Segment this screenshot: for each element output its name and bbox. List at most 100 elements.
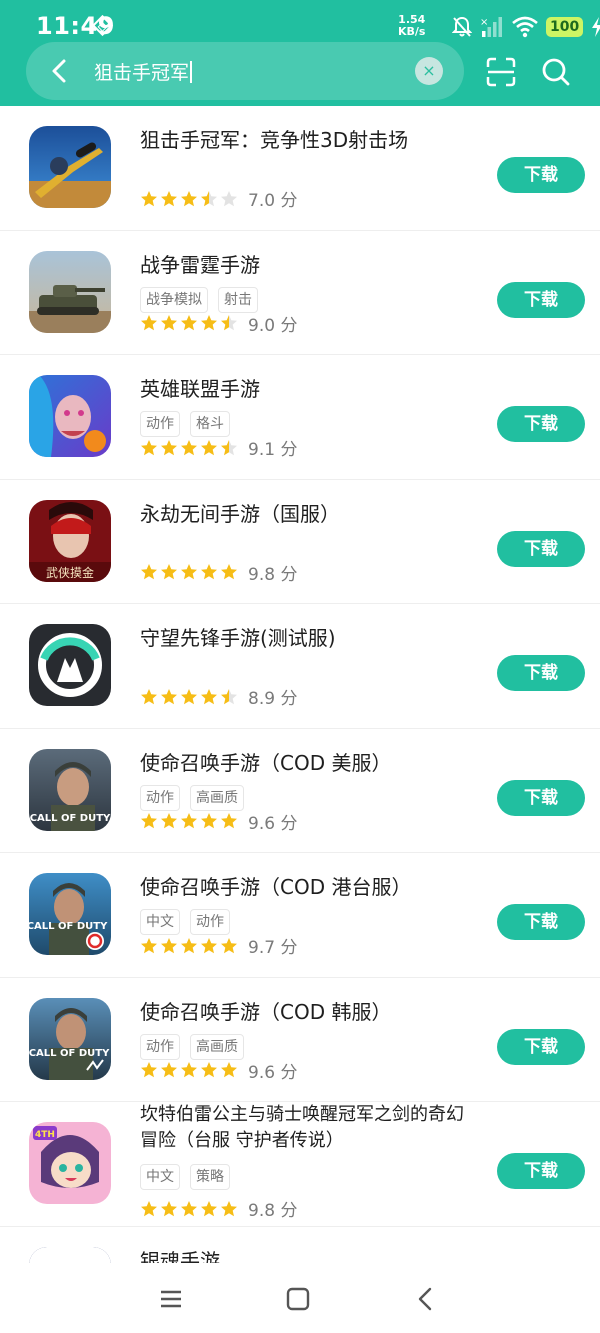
nav-back-icon[interactable] — [412, 1285, 440, 1313]
charging-icon — [592, 17, 600, 37]
home-icon[interactable] — [284, 1285, 312, 1313]
app-header: 11:49 1.54 KB/s × 100 狙击手冠军 × — [0, 0, 600, 106]
star-full-icon — [201, 813, 217, 829]
app-tag[interactable]: 动作 — [140, 1033, 180, 1060]
app-tags: 动作 高画质 — [140, 784, 244, 811]
app-icon-overwatch[interactable] — [29, 624, 111, 706]
star-half-icon — [221, 315, 237, 331]
app-tag[interactable]: 中文 — [140, 909, 180, 935]
star-full-icon — [201, 1200, 217, 1216]
list-item[interactable]: 狙击手冠军：竞争性3D射击场 7.0 分 下载 — [0, 106, 600, 231]
list-item[interactable]: CALL OF DUTY 使命召唤手游（COD 美服） 动作 高画质 9.6 分… — [0, 729, 600, 853]
back-icon[interactable] — [44, 55, 76, 87]
app-score: 9.0 分 — [248, 315, 298, 336]
app-icon-league-of-legends[interactable] — [29, 375, 111, 457]
app-rating: 9.1 分 — [140, 435, 297, 460]
menu-icon[interactable] — [157, 1285, 185, 1313]
list-item[interactable]: 英雄联盟手游 动作 格斗 9.1 分 下载 — [0, 355, 600, 480]
cod-icon-text: CALL OF DUTY — [29, 921, 108, 932]
star-half-icon — [221, 439, 237, 455]
app-score: 9.1 分 — [248, 440, 298, 460]
clear-search-button[interactable]: × — [415, 57, 443, 85]
search-icon[interactable] — [541, 57, 571, 87]
app-tag[interactable]: 策略 — [190, 1164, 230, 1190]
status-icons: × 100 — [452, 14, 600, 40]
app-tag[interactable]: 中文 — [140, 1164, 180, 1190]
star-full-icon — [161, 1062, 177, 1078]
app-icon-call-of-duty-us[interactable]: CALL OF DUTY — [29, 748, 111, 831]
download-button[interactable]: 下载 — [497, 281, 585, 318]
app-name[interactable]: 英雄联盟手游 — [140, 375, 480, 403]
download-button[interactable]: 下载 — [497, 655, 585, 691]
app-tag[interactable]: 格斗 — [190, 411, 230, 437]
app-name[interactable]: 坎特伯雷公主与骑士唤醒冠军之剑的奇幻冒险（台服 守护者传说） — [140, 1102, 480, 1154]
app-tag[interactable]: 动作 — [140, 784, 180, 811]
list-item[interactable]: 武侠摸金 永劫无间手游（国服） 9.8 分 下载 — [0, 480, 600, 604]
star-full-icon — [221, 1200, 237, 1216]
app-tag[interactable]: 战争模拟 — [140, 286, 208, 313]
app-tag[interactable]: 动作 — [190, 909, 230, 935]
star-rating — [140, 190, 238, 208]
star-full-icon — [141, 1200, 157, 1216]
app-icon-sniper-champions[interactable] — [29, 126, 111, 208]
list-item[interactable]: 4TH 坎特伯雷公主与骑士唤醒冠军之剑的奇幻冒险（台服 守护者传说） 中文 策略… — [0, 1102, 600, 1227]
app-icon-call-of-duty-kr[interactable]: CALL OF DUTY — [29, 997, 111, 1080]
download-button[interactable]: 下载 — [497, 157, 585, 193]
app-name[interactable]: 守望先锋手游(测试服) — [140, 624, 480, 652]
app-score: 8.9 分 — [248, 689, 298, 709]
wifi-icon — [512, 16, 538, 38]
star-empty-icon — [221, 190, 237, 206]
star-full-icon — [141, 813, 157, 829]
app-name[interactable]: 使命召唤手游（COD 韩服） — [140, 998, 480, 1026]
star-rating — [140, 439, 238, 457]
list-item[interactable]: 守望先锋手游(测试服) 8.9 分 下载 — [0, 604, 600, 729]
app-tag[interactable]: 高画质 — [190, 784, 244, 811]
app-icon-war-thunder[interactable] — [29, 250, 111, 333]
star-full-icon — [221, 564, 237, 580]
app-name[interactable]: 狙击手冠军：竞争性3D射击场 — [140, 126, 480, 154]
list-item[interactable]: CALL OF DUTY 使命召唤手游（COD 韩服） 动作 高画质 9.6 分… — [0, 978, 600, 1102]
star-full-icon — [161, 190, 177, 206]
app-rating: 9.7 分 — [140, 933, 297, 958]
download-button[interactable]: 下载 — [497, 904, 585, 940]
app-name[interactable]: 使命召唤手游（COD 港台服） — [140, 873, 480, 901]
naraka-icon-text: 武侠摸金 — [46, 565, 94, 580]
search-query: 狙击手冠军 — [94, 62, 190, 84]
app-score: 9.6 分 — [248, 1062, 298, 1083]
app-tag[interactable]: 高画质 — [190, 1033, 244, 1060]
list-item[interactable]: 战争雷霆手游 战争模拟 射击 9.0 分 下载 — [0, 231, 600, 355]
list-item[interactable]: 银魂手游 — [0, 1227, 600, 1267]
app-tags: 动作 高画质 — [140, 1033, 244, 1060]
download-button[interactable]: 下载 — [497, 1153, 585, 1189]
download-button[interactable]: 下载 — [497, 406, 585, 442]
app-name[interactable]: 战争雷霆手游 — [140, 251, 480, 279]
app-name[interactable]: 使命召唤手游（COD 美服） — [140, 749, 480, 777]
scan-icon[interactable] — [486, 57, 516, 87]
star-rating — [140, 688, 238, 706]
star-full-icon — [181, 564, 197, 580]
app-name[interactable]: 永劫无间手游（国服） — [140, 500, 480, 528]
search-bar[interactable]: 狙击手冠军 × — [26, 42, 464, 100]
app-icon-guardian-tales[interactable]: 4TH — [29, 1122, 111, 1204]
list-item[interactable]: CALL OF DUTY 使命召唤手游（COD 港台服） 中文 动作 9.7 分… — [0, 853, 600, 978]
app-tags: 中文 动作 — [140, 909, 230, 935]
cod-icon-text: CALL OF DUTY — [29, 1048, 110, 1059]
network-speed-unit: KB/s — [398, 25, 426, 38]
download-button[interactable]: 下载 — [497, 530, 585, 567]
search-results-list[interactable]: 狙击手冠军：竞争性3D射击场 7.0 分 下载 战争雷霆手游 战争模拟 射击 9… — [0, 106, 600, 1267]
app-tag[interactable]: 射击 — [218, 286, 258, 313]
app-icon-naraka[interactable]: 武侠摸金 — [29, 499, 111, 582]
app-tags: 动作 格斗 — [140, 411, 230, 437]
star-full-icon — [221, 1062, 237, 1078]
star-full-icon — [141, 937, 157, 953]
app-rating: 9.8 分 — [140, 560, 297, 585]
app-score: 9.8 分 — [248, 564, 298, 585]
app-tag[interactable]: 动作 — [140, 411, 180, 437]
star-rating — [140, 1200, 238, 1218]
app-rating: 9.0 分 — [140, 311, 297, 336]
star-rating — [140, 812, 238, 830]
download-button[interactable]: 下载 — [497, 779, 585, 816]
search-input[interactable]: 狙击手冠军 — [94, 58, 192, 85]
download-button[interactable]: 下载 — [497, 1028, 585, 1065]
app-icon-call-of-duty-hk-tw[interactable]: CALL OF DUTY — [29, 873, 111, 955]
